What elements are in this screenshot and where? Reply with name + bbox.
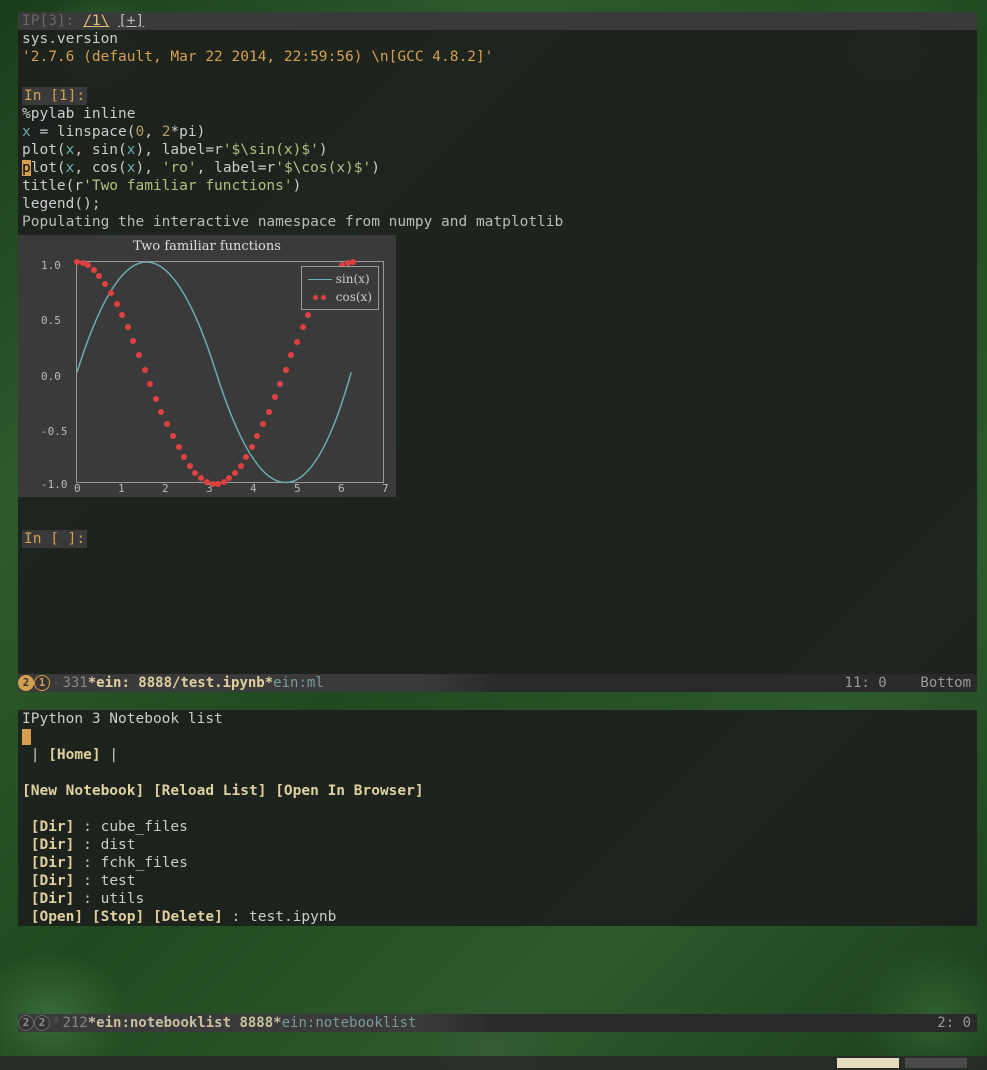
- cos-data-point: [181, 454, 187, 460]
- dir-link[interactable]: [Dir]: [31, 855, 75, 871]
- ip-prompt: IP[3]:: [22, 13, 74, 29]
- dir-link[interactable]: [Dir]: [31, 873, 75, 889]
- tab-bar: IP[3]: /1\ [+]: [18, 12, 977, 30]
- cos-data-point: [108, 290, 114, 296]
- output-line: sys.version: [22, 31, 118, 47]
- dir-link[interactable]: [Dir]: [31, 891, 75, 907]
- cos-data-point: [119, 312, 125, 318]
- dir-name: fchk_files: [101, 855, 188, 871]
- cos-data-point: [226, 475, 232, 481]
- output-line: '2.7.6 (default, Mar 22 2014, 22:59:56) …: [22, 49, 493, 65]
- notebook-editor-pane[interactable]: IP[3]: /1\ [+] sys.version '2.7.6 (defau…: [18, 12, 977, 692]
- cos-data-point: [153, 396, 159, 402]
- cos-data-point: [288, 352, 294, 358]
- cos-data-point: [260, 421, 266, 427]
- major-mode: ein:notebooklist: [282, 1014, 417, 1032]
- cursor-position: 11: 0 Bottom: [845, 674, 971, 692]
- cursor-position: 2: 0: [937, 1014, 971, 1032]
- dir-name: test: [101, 873, 136, 889]
- empty-cell-prompt[interactable]: In [ ]:: [22, 530, 87, 548]
- buffer-name[interactable]: *ein: 8888/test.ipynb*: [88, 674, 273, 692]
- cos-data-point: [125, 324, 131, 330]
- cos-data-point: [142, 367, 148, 373]
- plot-legend: sin(x) cos(x): [301, 266, 379, 310]
- home-link[interactable]: [Home]: [48, 747, 100, 763]
- file-name: test.ipynb: [249, 909, 336, 925]
- dir-name: cube_files: [101, 819, 188, 835]
- ml-badge-window: 2: [18, 1015, 34, 1031]
- cos-data-point: [300, 324, 306, 330]
- desktop-taskbar[interactable]: [0, 1056, 987, 1070]
- cos-data-point: [272, 394, 278, 400]
- dir-link[interactable]: [Dir]: [31, 819, 75, 835]
- stdout: Populating the interactive namespace fro…: [22, 214, 563, 230]
- cos-data-point: [192, 470, 198, 476]
- cos-data-point: [232, 470, 238, 476]
- modeline-2: 22 * 212 *ein:notebooklist 8888* ein:not…: [18, 1014, 977, 1032]
- cos-data-point: [164, 421, 170, 427]
- cos-data-point: [243, 454, 249, 460]
- cos-data-point: [254, 433, 260, 439]
- matplotlib-plot: Two familiar functions 1.0 0.5 0.0 -0.5 …: [18, 235, 396, 497]
- open-button[interactable]: [Open]: [31, 909, 83, 925]
- stop-button[interactable]: [Stop]: [92, 909, 144, 925]
- buffer-name[interactable]: *ein:notebooklist 8888*: [88, 1014, 282, 1032]
- cell-0-output: sys.version '2.7.6 (default, Mar 22 2014…: [18, 30, 977, 66]
- cos-data-point: [170, 433, 176, 439]
- code-line[interactable]: %pylab inline: [22, 106, 136, 122]
- add-tab-button[interactable]: [+]: [118, 13, 144, 29]
- new-notebook-button[interactable]: [New Notebook]: [22, 783, 144, 799]
- reload-list-button[interactable]: [Reload List]: [153, 783, 267, 799]
- notebook-list-pane[interactable]: IPython 3 Notebook list | [Home] | [New …: [18, 710, 977, 926]
- taskbar-item[interactable]: [905, 1058, 967, 1068]
- cos-data-point: [266, 409, 272, 415]
- cos-data-point: [249, 444, 255, 450]
- major-mode: ein:ml: [273, 674, 324, 692]
- cos-data-point: [91, 267, 97, 273]
- cos-data-point: [277, 381, 283, 387]
- cursor: p: [22, 160, 31, 176]
- cos-data-point: [158, 409, 164, 415]
- cos-data-point: [136, 352, 142, 358]
- cos-data-point: [96, 273, 102, 279]
- nb-list-title: IPython 3 Notebook list: [22, 711, 223, 727]
- cos-data-point: [187, 463, 193, 469]
- input-prompt: In [1]:: [22, 87, 87, 105]
- cos-data-point: [238, 463, 244, 469]
- cos-data-point: [130, 338, 136, 344]
- cos-data-point: [114, 301, 120, 307]
- cos-data-point: [350, 259, 356, 265]
- cos-data-point: [176, 444, 182, 450]
- cos-data-point: [294, 339, 300, 345]
- cos-data-point: [147, 381, 153, 387]
- dir-link[interactable]: [Dir]: [31, 837, 75, 853]
- ml-badge-window: 2: [18, 675, 34, 691]
- delete-button[interactable]: [Delete]: [153, 909, 223, 925]
- cos-data-point: [305, 312, 311, 318]
- ml-badge-state: 2: [34, 1015, 50, 1031]
- taskbar-item[interactable]: [837, 1058, 899, 1068]
- plot-title: Two familiar functions: [18, 235, 396, 256]
- cos-data-point: [283, 367, 289, 373]
- cos-data-point: [102, 281, 108, 287]
- cursor: [22, 729, 31, 745]
- open-in-browser-button[interactable]: [Open In Browser]: [275, 783, 423, 799]
- tab-1[interactable]: /1\: [83, 13, 109, 29]
- ml-badge-state: 1: [34, 675, 50, 691]
- modeline-1: 21 - 331 *ein: 8888/test.ipynb* ein:ml 1…: [18, 674, 977, 692]
- plot-axes: 1.0 0.5 0.0 -0.5 -1.0 0 1 2 3 4 5 6 7 si…: [76, 261, 384, 483]
- dir-name: utils: [101, 891, 145, 907]
- dir-name: dist: [101, 837, 136, 853]
